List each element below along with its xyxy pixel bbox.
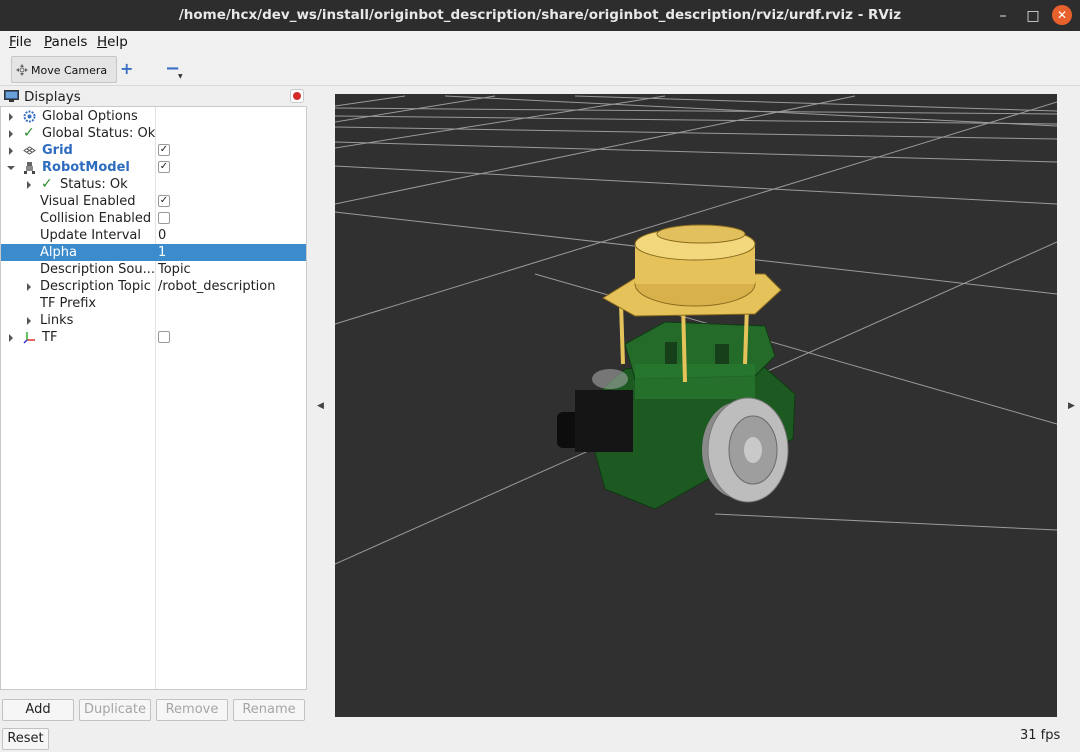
tree-row-global-options[interactable]: Global Options (1, 108, 306, 125)
tree-row-grid[interactable]: Grid (1, 142, 306, 159)
tree-row-collision-enabled[interactable]: Collision Enabled (1, 210, 306, 227)
duplicate-display-button[interactable]: Duplicate (79, 699, 151, 721)
move-camera-icon (16, 64, 28, 76)
collision-enabled-checkbox[interactable] (158, 212, 170, 224)
expand-arrow-icon[interactable] (9, 130, 13, 138)
collapse-right-arrow-icon[interactable]: ▶ (1068, 401, 1075, 411)
row-label: Alpha (40, 245, 77, 260)
tree-row-description-topic[interactable]: Description Topic /robot_description (1, 278, 306, 295)
tree-row-alpha[interactable]: Alpha 1 (1, 244, 306, 261)
toolbar: Move Camera + − ▼ (0, 53, 1080, 86)
visual-enabled-checkbox[interactable] (158, 195, 170, 207)
tree-row-tf[interactable]: TF (1, 329, 306, 346)
tf-checkbox[interactable] (158, 331, 170, 343)
collapse-arrow-icon[interactable] (7, 166, 15, 170)
row-label: TF Prefix (40, 296, 97, 311)
tree-row-status[interactable]: ✓ Status: Ok (1, 176, 306, 193)
reset-button[interactable]: Reset (2, 728, 49, 750)
robot-model (557, 224, 796, 510)
rename-display-button[interactable]: Rename (233, 699, 305, 721)
tree-row-links[interactable]: Links (1, 312, 306, 329)
tree-row-update-interval[interactable]: Update Interval 0 (1, 227, 306, 244)
move-camera-label: Move Camera (31, 64, 108, 77)
expand-arrow-icon[interactable] (27, 181, 31, 189)
row-label: Description Sou... (40, 262, 156, 277)
row-label: Visual Enabled (40, 194, 136, 209)
fps-counter: 31 fps (1020, 728, 1061, 743)
title-bar: /home/hcx/dev_ws/install/originbot_descr… (0, 0, 1080, 31)
row-label: Description Topic (40, 279, 151, 294)
checkmark-icon: ✓ (23, 125, 35, 141)
menu-file[interactable]: File (9, 34, 32, 50)
alpha-value[interactable]: 1 (158, 245, 166, 260)
tree-row-robot-model[interactable]: RobotModel (1, 159, 306, 176)
window-title: /home/hcx/dev_ws/install/originbot_descr… (178, 7, 902, 23)
row-label: TF (42, 330, 58, 345)
row-label: Update Interval (40, 228, 141, 243)
displays-tree: Global Options ✓ Global Status: Ok Grid … (0, 106, 307, 690)
collapse-left-arrow-icon[interactable]: ◀ (317, 401, 324, 411)
row-label: Links (40, 313, 74, 328)
maximize-button[interactable]: □ (1022, 5, 1044, 27)
menu-bar: File Panels Help (0, 31, 1080, 53)
grid-icon (23, 146, 36, 155)
close-button[interactable]: ✕ (1052, 5, 1072, 25)
robot-icon (24, 162, 35, 174)
add-display-button[interactable]: Add (2, 699, 74, 721)
row-label: Status: Ok (60, 177, 128, 192)
grid-checkbox[interactable] (158, 144, 170, 156)
update-interval-value[interactable]: 0 (158, 228, 166, 243)
menu-help[interactable]: Help (97, 34, 128, 50)
displays-title: Displays (24, 89, 81, 105)
row-label: Collision Enabled (40, 211, 152, 226)
expand-arrow-icon[interactable] (27, 283, 31, 291)
close-panel-icon[interactable] (290, 89, 304, 103)
tree-row-global-status[interactable]: ✓ Global Status: Ok (1, 125, 306, 142)
expand-arrow-icon[interactable] (9, 147, 13, 155)
checkmark-icon: ✓ (41, 176, 53, 192)
expand-arrow-icon[interactable] (9, 334, 13, 342)
tree-row-description-source[interactable]: Description Sou... Topic (1, 261, 306, 278)
tree-row-tf-prefix[interactable]: TF Prefix (1, 295, 306, 312)
add-tool-button[interactable]: + (120, 61, 133, 77)
description-topic-value[interactable]: /robot_description (158, 279, 275, 294)
menu-panels[interactable]: Panels (44, 34, 87, 50)
row-label: RobotModel (42, 160, 130, 175)
move-camera-button[interactable]: Move Camera (11, 56, 117, 83)
tree-row-visual-enabled[interactable]: Visual Enabled (1, 193, 306, 210)
gear-icon (23, 110, 36, 123)
render-viewport[interactable] (335, 94, 1057, 717)
description-source-value[interactable]: Topic (158, 262, 191, 277)
tf-axes-icon (23, 332, 35, 344)
expand-arrow-icon[interactable] (9, 113, 13, 121)
chevron-down-icon[interactable]: ▼ (178, 73, 183, 80)
displays-panel-header: Displays (0, 87, 307, 106)
robot-model-checkbox[interactable] (158, 161, 170, 173)
monitor-icon (4, 90, 19, 102)
expand-arrow-icon[interactable] (27, 317, 31, 325)
row-label: Global Options (42, 109, 138, 124)
scene-3d[interactable] (335, 94, 1057, 717)
row-label: Grid (42, 143, 73, 158)
remove-display-button[interactable]: Remove (156, 699, 228, 721)
row-label: Global Status: Ok (42, 126, 156, 141)
minimize-button[interactable]: – (992, 5, 1014, 27)
